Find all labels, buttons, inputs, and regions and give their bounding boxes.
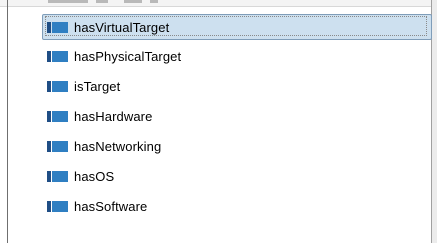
object-property-icon [47,50,68,62]
panel-left-border [7,0,8,243]
list-item-hasVirtualTarget[interactable]: hasVirtualTarget [40,14,432,40]
list-item-label: hasNetworking [74,138,162,154]
object-property-icon [47,200,68,212]
top-strip-fragment [96,0,108,3]
object-property-icon [47,170,68,182]
list-item-hasOS[interactable]: hasOS [40,164,432,188]
property-list: hasVirtualTarget hasPhysicalTarget isTar… [40,14,432,224]
object-property-icon [47,21,68,33]
list-item-label: hasPhysicalTarget [74,48,182,64]
object-property-icon [47,80,68,92]
list-item-hasHardware[interactable]: hasHardware [40,104,432,128]
list-item-hasSoftware[interactable]: hasSoftware [40,194,432,218]
panel-right-gutter [432,0,437,243]
object-property-icon [47,140,68,152]
top-strip [0,0,437,7]
property-list-panel: hasVirtualTarget hasPhysicalTarget isTar… [0,0,437,243]
top-strip-fragment [48,0,88,3]
top-strip-fragment [124,0,142,3]
list-item-label: hasVirtualTarget [74,19,170,35]
list-item-label: hasSoftware [74,198,148,214]
top-strip-fragment [150,0,158,3]
list-item-isTarget[interactable]: isTarget [40,74,432,98]
list-item-hasPhysicalTarget[interactable]: hasPhysicalTarget [40,44,432,68]
list-item-label: hasHardware [74,108,153,124]
list-item-label: isTarget [74,78,121,94]
list-item-label: hasOS [74,168,115,184]
object-property-icon [47,110,68,122]
list-item-hasNetworking[interactable]: hasNetworking [40,134,432,158]
